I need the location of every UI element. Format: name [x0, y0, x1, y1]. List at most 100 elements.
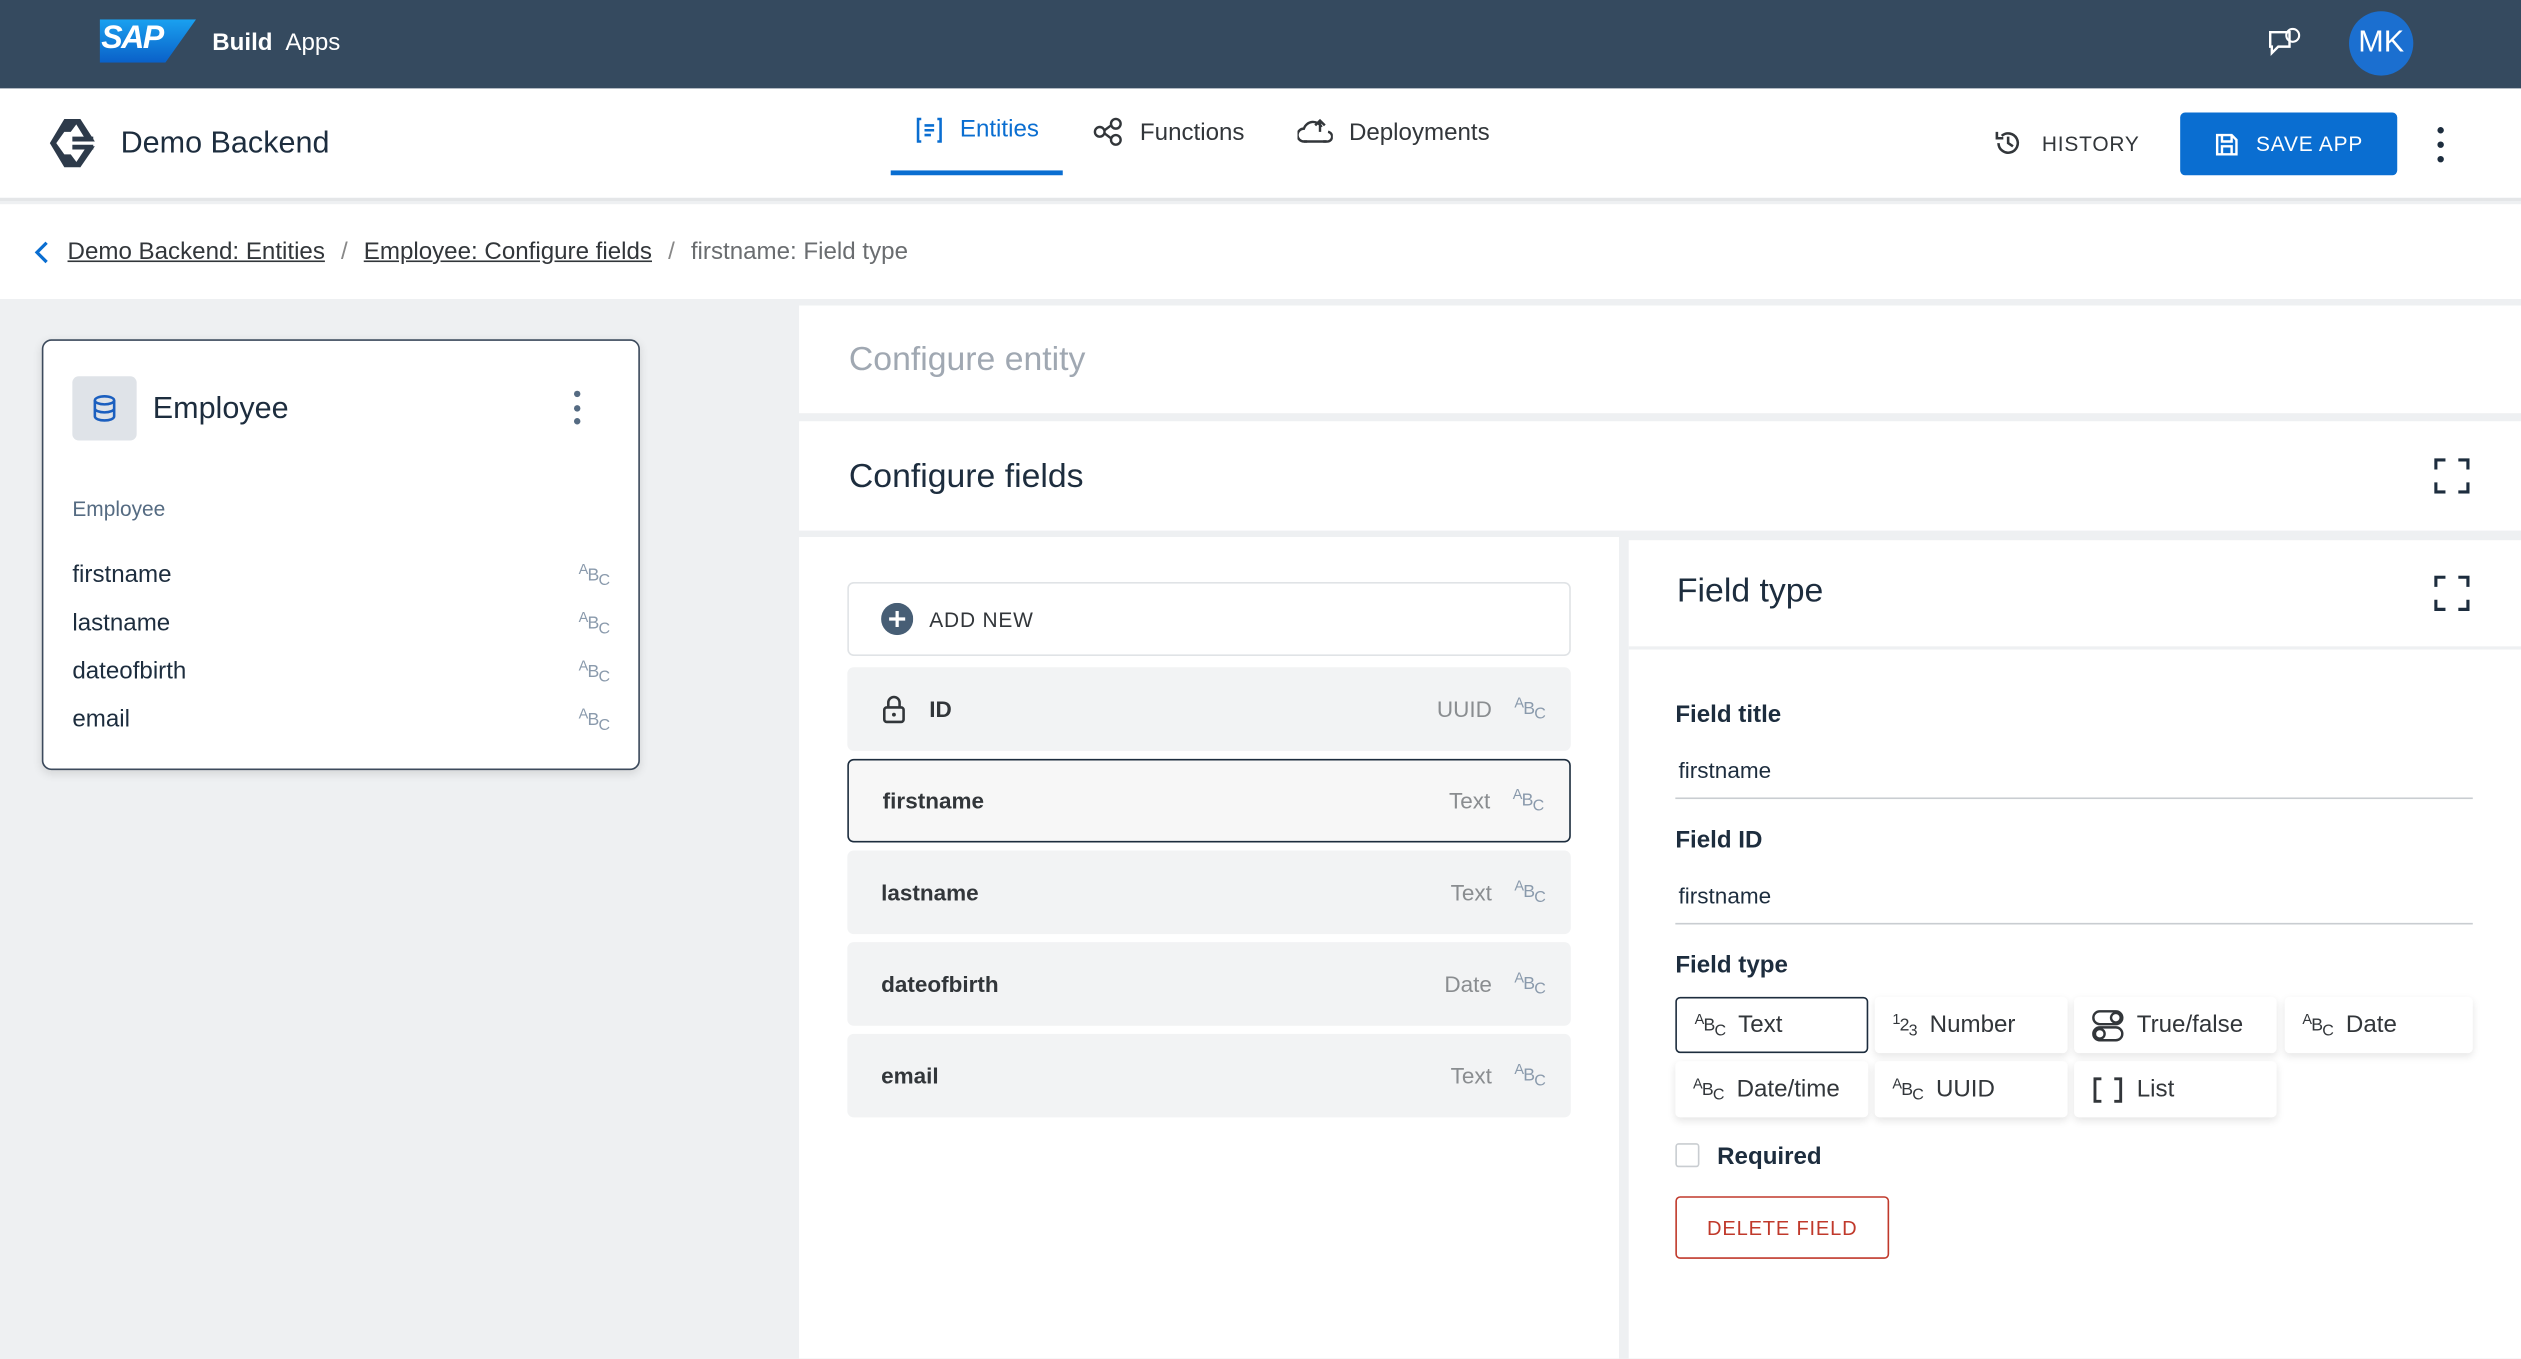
list-brackets-icon	[2093, 1076, 2123, 1102]
field-list-item-dateofbirth[interactable]: dateofbirth Date ABC	[847, 942, 1571, 1026]
history-button[interactable]: HISTORY	[1994, 129, 2140, 158]
type-option-list[interactable]: List	[2074, 1061, 2277, 1118]
expand-icon[interactable]	[2434, 458, 2470, 494]
abc-icon: ABC	[2302, 1010, 2334, 1040]
type-option-uuid[interactable]: ABC UUID	[1874, 1061, 2068, 1118]
tab-deployments[interactable]: Deployments	[1297, 88, 1490, 175]
type-option-true-false[interactable]: True/false	[2074, 996, 2277, 1054]
option-label: Date/time	[1736, 1075, 1840, 1103]
field-name: firstname	[72, 561, 172, 589]
type-option-number[interactable]: 123 Number	[1874, 996, 2068, 1054]
field-name: firstname	[882, 787, 985, 814]
entity-card-employee[interactable]: Employee Employee firstname ABC lastname A…	[41, 339, 640, 771]
field-id-label: Field ID	[1675, 826, 1763, 854]
history-label: HISTORY	[2041, 131, 2140, 156]
entity-field-row: firstname ABC	[72, 561, 610, 591]
configure-entity-title: Configure entity	[848, 340, 1086, 378]
more-options-icon[interactable]	[2431, 127, 2450, 163]
field-type-label: Field type	[1675, 951, 1788, 980]
type-option-text[interactable]: ABC Text	[1675, 996, 1869, 1054]
type-option-date[interactable]: ABC Date	[2284, 996, 2473, 1054]
field-list-item-email[interactable]: email Text ABC	[847, 1033, 1571, 1118]
text-type-icon: ABC	[578, 561, 610, 591]
toggle-icon	[2092, 1009, 2124, 1041]
lock-icon	[883, 695, 905, 724]
text-type-icon: ABC	[1514, 1061, 1546, 1091]
divider	[1628, 646, 2521, 650]
field-name: dateofbirth	[72, 657, 187, 685]
number-icon: 123	[1892, 1010, 1917, 1040]
field-type: Date	[1444, 971, 1492, 997]
text-type-icon: ABC	[1514, 969, 1546, 999]
entity-field-row: email ABC	[72, 705, 610, 735]
field-title-label: Field title	[1675, 701, 1782, 729]
tab-entities[interactable]: Entities	[890, 88, 1064, 176]
breadcrumb-link-configure-fields[interactable]: Employee: Configure fields	[364, 238, 652, 265]
field-type: Text	[1450, 1062, 1492, 1089]
tab-label: Deployments	[1348, 118, 1490, 146]
field-list-item-lastname[interactable]: lastname Text ABC	[847, 850, 1571, 935]
database-icon	[72, 376, 137, 441]
product-bold: Build	[212, 28, 273, 57]
delete-field-button[interactable]: DELETE FIELD	[1675, 1196, 1890, 1259]
abc-icon: ABC	[1693, 1074, 1724, 1104]
add-new-field-button[interactable]: ADD NEW	[847, 582, 1571, 656]
app-title: Demo Backend	[120, 127, 330, 161]
expand-icon[interactable]	[2434, 575, 2470, 611]
text-type-icon: ABC	[578, 609, 610, 639]
abc-icon: ABC	[1892, 1074, 1924, 1104]
option-label: Text	[1738, 1011, 1783, 1039]
plus-circle-icon	[881, 602, 914, 636]
field-title-input[interactable]: firstname	[1675, 741, 2473, 800]
entity-field-row: lastname ABC	[72, 609, 610, 639]
sap-logo[interactable]: SAP	[99, 19, 197, 63]
product-name: Build Apps	[212, 29, 340, 56]
back-chevron-icon[interactable]	[32, 239, 51, 265]
text-type-icon: ABC	[1514, 877, 1546, 907]
entity-title: Employee	[152, 392, 289, 427]
option-label: List	[2136, 1075, 2175, 1103]
app-header: Demo Backend Entities Functions Deployme…	[0, 88, 2521, 201]
save-label: SAVE APP	[2256, 131, 2364, 156]
tab-functions[interactable]: Functions	[1093, 88, 1245, 175]
field-type: Text	[1450, 879, 1492, 906]
field-name: ID	[929, 696, 952, 722]
cloud-upload-icon	[1297, 118, 1333, 143]
required-checkbox[interactable]	[1675, 1143, 1700, 1168]
field-list-item-id[interactable]: ID UUID ABC	[847, 667, 1571, 751]
app-logo-icon	[49, 118, 95, 168]
field-name: email	[72, 705, 131, 734]
field-name: lastname	[72, 609, 171, 637]
entities-icon	[916, 116, 942, 142]
breadcrumb: Demo Backend: Entities / Employee: Confi…	[0, 204, 2521, 300]
configure-entity-section[interactable]: Configure entity	[799, 305, 2521, 414]
tab-label: Functions	[1139, 118, 1245, 146]
add-new-label: ADD NEW	[929, 606, 1034, 632]
field-type-panel-title: Field type	[1676, 572, 1824, 610]
entity-menu-icon[interactable]	[568, 390, 587, 425]
abc-icon: ABC	[1694, 1010, 1726, 1040]
feedback-chat-icon[interactable]	[2267, 27, 2302, 59]
entity-subtitle: Employee	[72, 496, 166, 521]
text-type-icon: ABC	[578, 657, 610, 687]
shell-bar: SAP Build Apps MK	[0, 0, 2521, 89]
functions-icon	[1093, 117, 1122, 146]
field-id-input[interactable]: firstname	[1675, 867, 2473, 925]
entity-field-row: dateofbirth ABC	[72, 657, 610, 687]
field-name: dateofbirth	[881, 971, 999, 997]
tab-label: Entities	[959, 115, 1039, 144]
breadcrumb-link-entities[interactable]: Demo Backend: Entities	[68, 238, 325, 265]
text-type-icon: ABC	[578, 705, 610, 735]
save-app-button[interactable]: SAVE APP	[2180, 112, 2398, 176]
save-icon	[2216, 133, 2238, 155]
option-label: Date	[2345, 1011, 2397, 1039]
breadcrumb-current: firstname: Field type	[690, 237, 909, 266]
product-label: Apps	[285, 28, 341, 57]
type-option-date-time[interactable]: ABC Date/time	[1675, 1061, 1869, 1118]
option-label: True/false	[2136, 1011, 2244, 1039]
field-name: lastname	[881, 879, 979, 906]
required-label: Required	[1717, 1143, 1822, 1171]
configure-fields-header: Configure fields	[799, 421, 2521, 531]
user-avatar[interactable]: MK	[2348, 11, 2414, 76]
field-list-item-firstname[interactable]: firstname Text ABC	[847, 758, 1571, 843]
